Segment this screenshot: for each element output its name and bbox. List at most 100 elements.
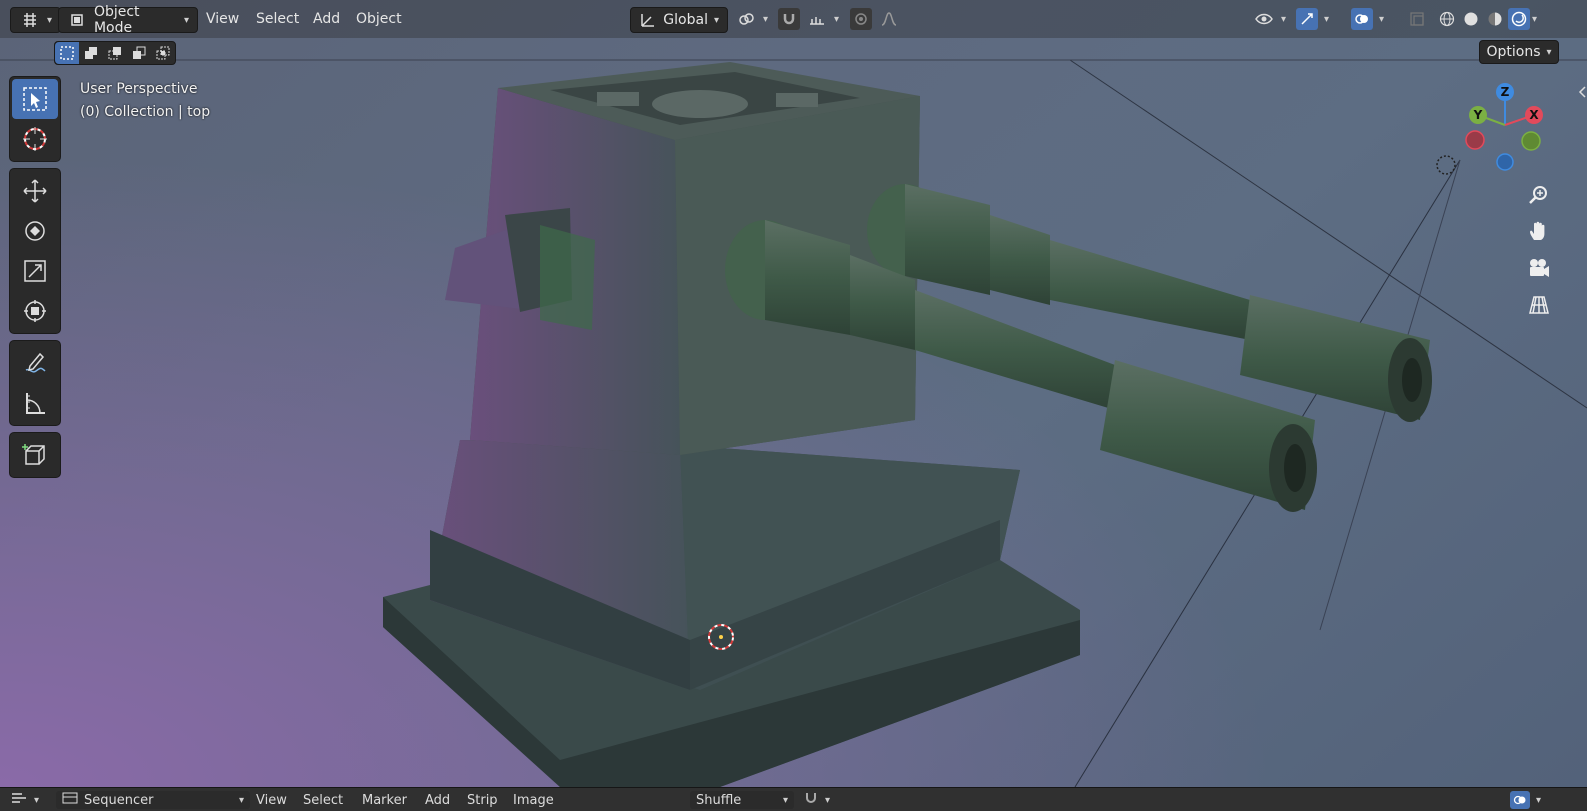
sequencer-menu-strip[interactable]: Strip [467,791,498,809]
editor-type-icon [19,9,41,31]
xray-toggle[interactable] [1406,7,1428,31]
chevron-down-icon: ▾ [1546,46,1552,58]
select-new-icon[interactable] [55,42,79,64]
sequencer-view-icon [62,792,78,808]
chevron-down-icon: ▾ [183,14,189,26]
view-name: User Perspective [80,81,198,97]
viewport-scene [0,0,1587,787]
perspective-toggle-icon[interactable] [1522,288,1556,322]
gizmo-x-label: X [1529,108,1539,122]
sequencer-view-type-selector[interactable]: Sequencer ▾ [56,791,250,809]
gizmo-neg-z-axis[interactable] [1496,153,1514,171]
menu-view[interactable]: View [200,7,245,31]
sequencer-menu-add[interactable]: Add [425,791,450,809]
tool-shelf [9,76,61,484]
transform-tool-icon[interactable] [12,291,58,331]
eye-icon [1253,8,1275,30]
menu-add[interactable]: Add [307,7,346,31]
chevron-down-icon: ▾ [1281,13,1287,25]
falloff-curve-icon [878,8,900,30]
snap-increment-icon [806,8,828,30]
menu-object[interactable]: Object [350,7,408,31]
shuffle-label: Shuffle [696,792,742,808]
sequencer-view-label: Sequencer [84,792,154,808]
chevron-down-icon: ▾ [47,14,53,26]
gizmo-toggle[interactable]: ▾ [1296,7,1329,31]
rotate-tool-icon[interactable] [12,211,58,251]
select-subtract-icon[interactable] [103,42,127,64]
proportional-editing-toggle[interactable] [850,7,900,31]
3d-viewport[interactable]: ▾ Object Mode ▾ View Select Add Object G… [0,0,1587,787]
zoom-icon[interactable] [1522,178,1556,212]
sequencer-menu-view[interactable]: View [256,791,287,809]
overlays-icon [1510,791,1530,809]
snap-toggle[interactable]: ▾ [778,7,839,31]
magnet-icon [778,8,800,30]
overlays-icon [1351,8,1373,30]
chevron-down-icon: ▾ [825,794,831,806]
options-dropdown[interactable]: Options ▾ [1479,40,1559,64]
editor-type-selector[interactable]: ▾ [10,7,62,33]
cursor-tool-icon[interactable] [12,119,58,159]
overlays-toggle[interactable]: ▾ [1351,7,1384,31]
sidebar-toggle-icon[interactable] [1578,86,1587,98]
pan-hand-icon[interactable] [1522,214,1556,248]
chevron-down-icon[interactable]: ▾ [1532,14,1537,25]
select-intersect-icon[interactable] [151,42,175,64]
proportional-editing-icon [850,8,872,30]
gizmo-neg-y-axis[interactable] [1521,131,1541,151]
magnet-icon [803,791,819,809]
chevron-down-icon: ▾ [834,13,840,25]
select-extend-icon[interactable] [79,42,103,64]
chevron-down-icon: ▾ [713,14,719,26]
orientation-label: Global [663,12,708,28]
gizmo-icon [1296,8,1318,30]
sequencer-menu-marker[interactable]: Marker [362,791,407,809]
chevron-down-icon: ▾ [1536,794,1542,806]
annotate-tool-icon[interactable] [12,343,58,383]
select-difference-icon[interactable] [127,42,151,64]
gizmo-neg-x-axis[interactable] [1465,130,1485,150]
collection-info: (0) Collection | top [80,104,211,120]
gizmo-z-label: Z [1501,85,1510,99]
rendered-shading-icon[interactable] [1508,8,1530,30]
chevron-down-icon: ▾ [1379,13,1385,25]
chevron-down-icon: ▾ [763,13,769,25]
menu-select[interactable]: Select [250,7,305,31]
options-label: Options [1486,44,1541,60]
measure-tool-icon[interactable] [12,383,58,423]
pivot-point-selector[interactable]: ▾ [735,7,768,31]
solid-shading-icon[interactable] [1460,8,1482,30]
select-box-tool-icon[interactable] [12,79,58,119]
navigation-gizmo[interactable]: Z Y X [1460,80,1550,180]
chevron-down-icon: ▾ [1324,13,1330,25]
transform-orientation-selector[interactable]: Global ▾ [630,7,728,33]
material-shading-icon[interactable] [1484,8,1506,30]
wireframe-shading-icon[interactable] [1436,8,1458,30]
sequencer-overlap-mode-selector[interactable]: Shuffle ▾ [690,791,794,809]
selection-mode-group [54,41,176,65]
sequencer-menu-image[interactable]: Image [513,791,554,809]
chevron-down-icon: ▾ [782,794,788,806]
move-tool-icon[interactable] [12,171,58,211]
add-cube-tool-icon[interactable] [12,435,58,475]
chevron-down-icon: ▾ [238,794,244,806]
sequencer-editor-type-selector[interactable]: ▾ [10,791,39,809]
xray-icon [1406,8,1428,30]
sequencer-header: ▾ Sequencer ▾ View Select Marker Add Str… [0,787,1587,811]
sequencer-menu-select[interactable]: Select [303,791,343,809]
camera-view-icon[interactable] [1522,251,1556,285]
mode-selector[interactable]: Object Mode ▾ [58,4,198,36]
visibility-selector[interactable]: ▾ [1253,7,1286,31]
orientation-icon [639,9,657,31]
shading-modes: ▾ [1436,7,1537,31]
sequencer-overlays-toggle[interactable]: ▾ [1510,791,1541,809]
gizmo-y-label: Y [1473,108,1483,122]
mode-label: Object Mode [93,4,140,36]
viewport-info: User Perspective (0) Collection | top [80,78,210,124]
sequencer-snap-toggle[interactable]: ▾ [803,791,830,809]
chevron-down-icon: ▾ [34,794,40,806]
scale-tool-icon[interactable] [12,251,58,291]
sequencer-editor-icon [10,791,28,809]
pivot-icon [735,8,757,30]
